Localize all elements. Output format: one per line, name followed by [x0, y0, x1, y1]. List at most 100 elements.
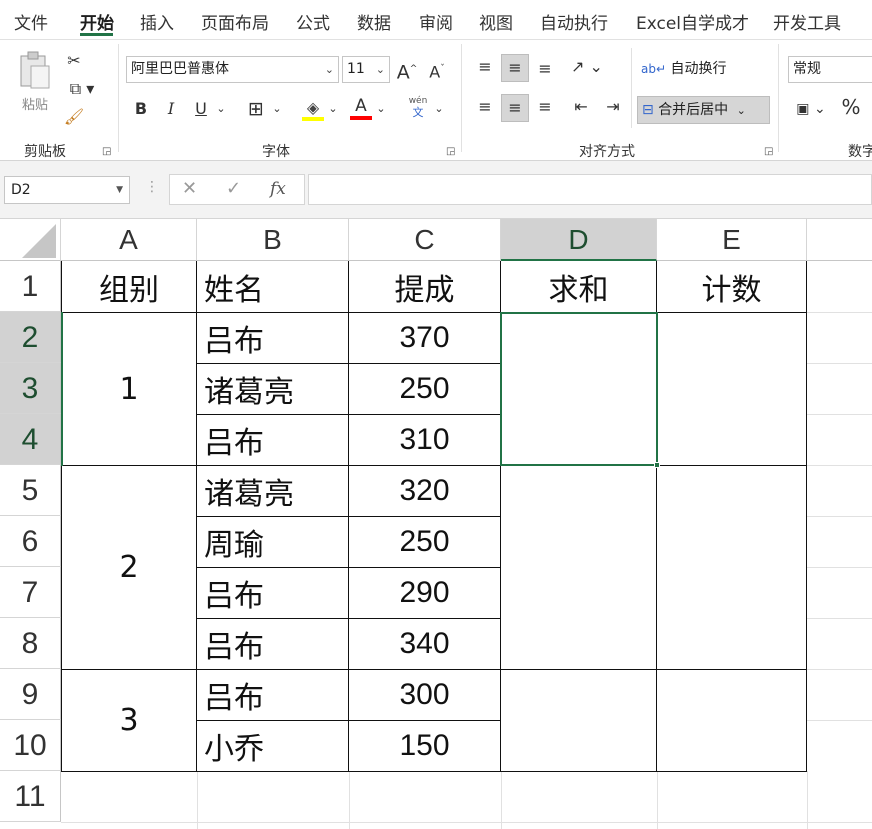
drag-handle-icon[interactable]: ⋮ — [145, 179, 159, 195]
count-cell-group-1[interactable] — [657, 313, 806, 465]
enter-icon[interactable]: ✓ — [226, 178, 241, 199]
align-left-icon[interactable]: ≡ — [473, 94, 497, 120]
column-header-e[interactable]: E — [657, 219, 807, 261]
group-cell-1[interactable]: 1 — [62, 313, 196, 465]
alignment-launcher-icon[interactable]: ◲ — [764, 146, 773, 157]
chevron-down-icon[interactable]: ⌄ — [374, 96, 388, 122]
commission-cell[interactable]: 310 — [349, 415, 500, 465]
align-center-icon[interactable]: ≡ — [501, 94, 529, 122]
row-header-7[interactable]: 7 — [0, 567, 61, 618]
cancel-icon[interactable]: ✕ — [182, 178, 197, 199]
format-painter-icon[interactable]: 🖌 — [62, 104, 86, 130]
font-size-select[interactable]: 11 ⌄ — [342, 56, 390, 83]
row-header-1[interactable]: 1 — [0, 261, 61, 312]
align-right-icon[interactable]: ≡ — [533, 94, 557, 120]
accounting-format-icon[interactable]: ▣ ⌄ — [790, 96, 832, 122]
row-header-3[interactable]: 3 — [0, 363, 61, 414]
header-commission[interactable]: 提成 — [349, 262, 500, 312]
copy-icon[interactable]: ⧉ ▾ — [62, 76, 102, 102]
tab-file[interactable]: 文件 — [14, 9, 48, 34]
underline-button[interactable]: U — [190, 96, 212, 122]
sum-cell-group-2[interactable] — [501, 466, 656, 669]
header-name[interactable]: 姓名 — [204, 262, 348, 312]
name-box[interactable]: D2 ▼ — [4, 176, 130, 204]
column-header-a[interactable]: A — [61, 219, 197, 261]
row-header-11[interactable]: 11 — [0, 771, 61, 822]
name-cell[interactable]: 吕布 — [204, 670, 348, 720]
name-cell[interactable]: 小乔 — [204, 721, 348, 771]
clipboard-launcher-icon[interactable]: ◲ — [102, 146, 111, 157]
number-format-select[interactable]: 常规 — [788, 56, 872, 83]
count-cell-group-2[interactable] — [657, 466, 806, 669]
phonetic-icon[interactable]: wén 文 — [406, 96, 430, 122]
sum-cell-group-3[interactable] — [501, 670, 656, 771]
decrease-font-icon[interactable]: Aˇ — [426, 56, 448, 85]
chevron-down-icon[interactable]: ⌄ — [270, 96, 284, 122]
name-cell[interactable]: 诸葛亮 — [204, 466, 348, 516]
fill-handle[interactable] — [654, 462, 660, 468]
tab-formulas[interactable]: 公式 — [296, 9, 330, 34]
chevron-down-icon[interactable]: ⌄ — [432, 96, 446, 122]
tab-insert[interactable]: 插入 — [140, 9, 174, 34]
row-header-5[interactable]: 5 — [0, 465, 61, 516]
cut-icon[interactable]: ✂ — [62, 48, 86, 74]
increase-font-icon[interactable]: A^ — [396, 56, 418, 85]
wrap-text-button[interactable]: ab↵ 自动换行 — [641, 56, 726, 82]
header-sum[interactable]: 求和 — [501, 262, 656, 312]
name-cell[interactable]: 吕布 — [204, 619, 348, 669]
row-header-2[interactable]: 2 — [0, 312, 61, 363]
commission-cell[interactable]: 250 — [349, 364, 500, 414]
name-cell[interactable]: 吕布 — [204, 313, 348, 363]
orientation-icon[interactable]: ↗ ⌄ — [569, 54, 605, 80]
align-bottom-icon[interactable]: ≡ — [533, 56, 557, 82]
tab-automate[interactable]: 自动执行 — [540, 9, 608, 34]
name-cell[interactable]: 诸葛亮 — [204, 364, 348, 414]
commission-cell[interactable]: 290 — [349, 568, 500, 618]
paste-button[interactable]: 粘贴 — [14, 50, 56, 120]
italic-button[interactable]: I — [160, 96, 182, 122]
commission-cell[interactable]: 250 — [349, 517, 500, 567]
formula-input[interactable] — [308, 174, 872, 205]
percent-button[interactable]: % — [840, 94, 862, 120]
count-cell-group-3[interactable] — [657, 670, 806, 771]
select-all-corner[interactable] — [0, 219, 61, 261]
column-header-f[interactable] — [807, 219, 872, 261]
chevron-down-icon[interactable]: ⌄ — [326, 96, 340, 122]
commission-cell[interactable]: 320 — [349, 466, 500, 516]
name-cell[interactable]: 周瑜 — [204, 517, 348, 567]
chevron-down-icon[interactable]: ⌄ — [214, 96, 228, 122]
row-header-10[interactable]: 10 — [0, 720, 61, 771]
increase-indent-icon[interactable]: ⇥ — [601, 94, 625, 120]
commission-cell[interactable]: 370 — [349, 313, 500, 363]
commission-cell[interactable]: 340 — [349, 619, 500, 669]
font-name-select[interactable]: 阿里巴巴普惠体 ⌄ — [126, 56, 339, 83]
tab-excel-self-study[interactable]: Excel自学成才 — [636, 9, 749, 34]
merge-center-button[interactable]: ⊟ 合并后居中 ⌄ — [637, 96, 770, 124]
column-header-d[interactable]: D — [501, 219, 657, 261]
align-middle-icon[interactable]: ≡ — [501, 54, 529, 82]
decrease-indent-icon[interactable]: ⇤ — [569, 94, 593, 120]
name-cell[interactable]: 吕布 — [204, 415, 348, 465]
group-cell-3[interactable]: 3 — [62, 670, 196, 771]
commission-cell[interactable]: 300 — [349, 670, 500, 720]
insert-function-icon[interactable]: fx — [270, 179, 286, 199]
commission-cell[interactable]: 150 — [349, 721, 500, 771]
row-header-6[interactable]: 6 — [0, 516, 61, 567]
fill-color-button[interactable]: ◈ — [302, 98, 324, 122]
header-group[interactable]: 组别 — [62, 262, 196, 312]
name-cell[interactable]: 吕布 — [204, 568, 348, 618]
tab-data[interactable]: 数据 — [357, 9, 391, 34]
align-top-icon[interactable]: ≡ — [473, 54, 497, 80]
row-header-8[interactable]: 8 — [0, 618, 61, 669]
column-header-b[interactable]: B — [197, 219, 349, 261]
border-icon[interactable]: ⊞ — [244, 96, 268, 122]
row-header-4[interactable]: 4 — [0, 414, 61, 465]
selected-cell-d2[interactable] — [500, 312, 658, 466]
tab-page-layout[interactable]: 页面布局 — [201, 9, 269, 34]
column-header-c[interactable]: C — [349, 219, 501, 261]
header-count[interactable]: 计数 — [657, 262, 806, 312]
tab-home[interactable]: 开始 — [80, 9, 114, 34]
font-launcher-icon[interactable]: ◲ — [446, 146, 455, 157]
tab-review[interactable]: 审阅 — [419, 9, 453, 34]
tab-developer[interactable]: 开发工具 — [773, 9, 841, 34]
